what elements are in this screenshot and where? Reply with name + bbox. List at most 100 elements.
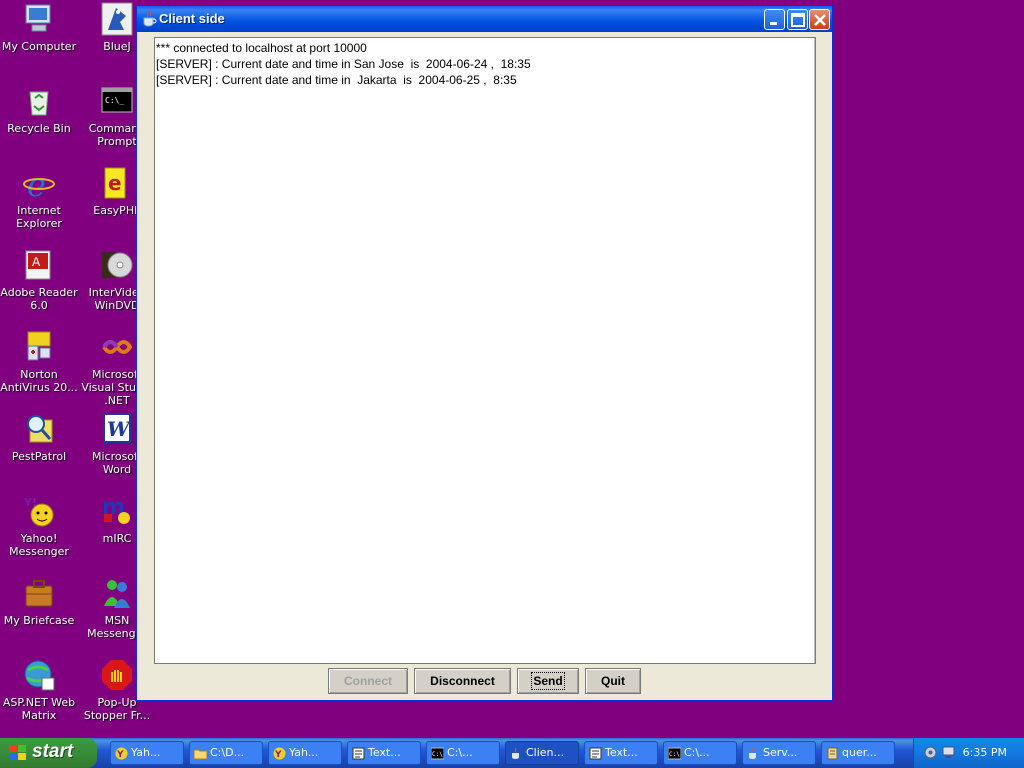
maximize-button[interactable] <box>787 9 808 30</box>
bluej-icon <box>100 2 134 36</box>
svg-text:C:\: C:\ <box>432 751 443 758</box>
close-icon <box>814 14 826 26</box>
yahoo-messenger-icon: Y! <box>22 494 56 528</box>
taskbar-item[interactable]: Y Yah... <box>110 741 184 765</box>
desktop-icon-yahoo-messenger[interactable]: Y! Yahoo! Messenger <box>0 494 78 558</box>
svg-text:e: e <box>108 171 122 195</box>
taskbar-item-label: Clien... <box>526 746 565 759</box>
system-tray: 6:35 PM <box>913 738 1024 768</box>
java-icon <box>747 746 760 759</box>
textpad-icon <box>589 746 602 760</box>
norton-antivirus-icon <box>22 330 56 364</box>
query-icon <box>826 746 839 760</box>
desktop-icon-my-briefcase[interactable]: My Briefcase <box>0 576 78 627</box>
log-line: *** connected to localhost at port 10000 <box>156 41 367 55</box>
svg-text:e: e <box>27 166 46 200</box>
taskbar-item-label: Serv... <box>763 746 798 759</box>
window-titlebar[interactable]: Client side <box>137 6 832 32</box>
textarea-border <box>814 38 815 663</box>
my-computer-icon <box>22 2 56 36</box>
taskbar-item[interactable]: C:\ C:\... <box>663 741 737 765</box>
desktop-icon-recycle-bin[interactable]: Recycle Bin <box>0 84 78 135</box>
taskbar-item[interactable]: Text... <box>347 741 421 765</box>
desktop-icon-label: Recycle Bin <box>7 122 71 135</box>
briefcase-icon <box>22 576 56 610</box>
svg-text:Y: Y <box>274 750 282 760</box>
desktop-icon-label: PestPatrol <box>11 450 67 463</box>
desktop-icon-label: My Briefcase <box>3 614 75 627</box>
svg-text:W: W <box>107 417 132 441</box>
connect-button[interactable]: Connect <box>328 668 408 694</box>
desktop-icon-pestpatrol[interactable]: PestPatrol <box>0 412 78 463</box>
quit-button-label: Quit <box>601 674 625 688</box>
taskbar-item-label: C:\... <box>447 746 473 759</box>
yahoo-icon: Y <box>115 746 128 760</box>
cmd-icon: C:\ <box>430 746 445 760</box>
desktop-icon-label: Yahoo! Messenger <box>9 532 69 558</box>
taskbar-item[interactable]: Y Yah... <box>268 741 342 765</box>
taskbar-item-label: quer... <box>842 746 877 759</box>
visual-studio-icon <box>100 330 134 364</box>
popup-stopper-icon <box>100 658 134 692</box>
textpad-icon <box>352 746 365 760</box>
microsoft-word-icon: W <box>100 412 134 446</box>
send-button-label: Send <box>531 672 565 690</box>
taskbar-item[interactable]: Serv... <box>742 741 816 765</box>
desktop-icon-label: ASP.NET Web Matrix <box>2 696 76 722</box>
start-label: start <box>32 741 74 762</box>
desktop-icon-norton-antivirus[interactable]: Norton AntiVirus 20... <box>0 330 78 394</box>
desktop-icon-label: Internet Explorer <box>16 204 62 230</box>
log-line: [SERVER] : Current date and time in San … <box>156 57 531 71</box>
message-log-textarea[interactable]: *** connected to localhost at port 10000… <box>154 37 816 664</box>
window-title: Client side <box>159 11 225 26</box>
windvd-icon <box>100 248 134 282</box>
msn-messenger-icon <box>100 576 134 610</box>
network-icon[interactable] <box>924 746 937 759</box>
computer-tray-icon[interactable] <box>942 746 955 759</box>
taskbar-item[interactable]: Text... <box>584 741 658 765</box>
java-cup-icon <box>141 11 157 27</box>
taskbar-item[interactable]: C:\ C:\... <box>426 741 500 765</box>
client-side-window: Client side *** connected to localhost a… <box>136 5 833 701</box>
windows-logo-icon <box>8 744 28 765</box>
taskbar-item-label: Yah... <box>131 746 161 759</box>
svg-text:A: A <box>32 255 41 269</box>
taskbar-item-label: C:\D... <box>210 746 245 759</box>
taskbar-item-label: Text... <box>368 746 401 759</box>
log-line: [SERVER] : Current date and time in Jaka… <box>156 73 517 87</box>
taskbar-item-label: C:\... <box>684 746 710 759</box>
svg-text:C:\: C:\ <box>669 751 680 758</box>
pestpatrol-icon <box>22 412 56 446</box>
desktop-icon-label: Adobe Reader 6.0 <box>0 286 78 312</box>
disconnect-button[interactable]: Disconnect <box>414 668 511 694</box>
desktop-icon-label: My Computer <box>1 40 77 53</box>
adobe-reader-icon: A <box>22 248 56 282</box>
desktop-icon-aspnet-web-matrix[interactable]: ASP.NET Web Matrix <box>0 658 78 722</box>
taskbar: start Y Yah... C:\D... Y Yah... Text... … <box>0 738 1024 768</box>
minimize-button[interactable] <box>764 9 785 30</box>
send-button[interactable]: Send <box>517 668 579 694</box>
taskbar-item[interactable]: C:\D... <box>189 741 263 765</box>
close-button[interactable] <box>809 9 830 30</box>
yahoo-icon: Y <box>273 746 286 760</box>
svg-text:Y!: Y! <box>23 496 37 509</box>
recycle-bin-icon <box>22 84 56 118</box>
taskbar-item-label: Yah... <box>289 746 319 759</box>
taskbar-item-active[interactable]: Clien... <box>505 741 579 765</box>
clock: 6:35 PM <box>962 746 1007 759</box>
desktop-icon-adobe-reader[interactable]: A Adobe Reader 6.0 <box>0 248 78 312</box>
svg-text:Y: Y <box>116 750 124 760</box>
desktop-icon-internet-explorer[interactable]: e Internet Explorer <box>0 166 78 230</box>
disconnect-button-label: Disconnect <box>430 674 495 688</box>
java-icon <box>510 746 523 759</box>
desktop-icon-label: Norton AntiVirus 20... <box>0 368 78 394</box>
command-prompt-icon: C:\_ <box>100 84 134 118</box>
desktop-icon-my-computer[interactable]: My Computer <box>0 2 78 53</box>
internet-explorer-icon: e <box>22 166 56 204</box>
quit-button[interactable]: Quit <box>585 668 641 694</box>
start-button[interactable]: start <box>0 738 97 768</box>
taskbar-item[interactable]: quer... <box>821 741 895 765</box>
cmd-icon: C:\ <box>667 746 682 760</box>
mirc-icon: m <box>100 494 134 528</box>
folder-icon <box>193 746 208 760</box>
